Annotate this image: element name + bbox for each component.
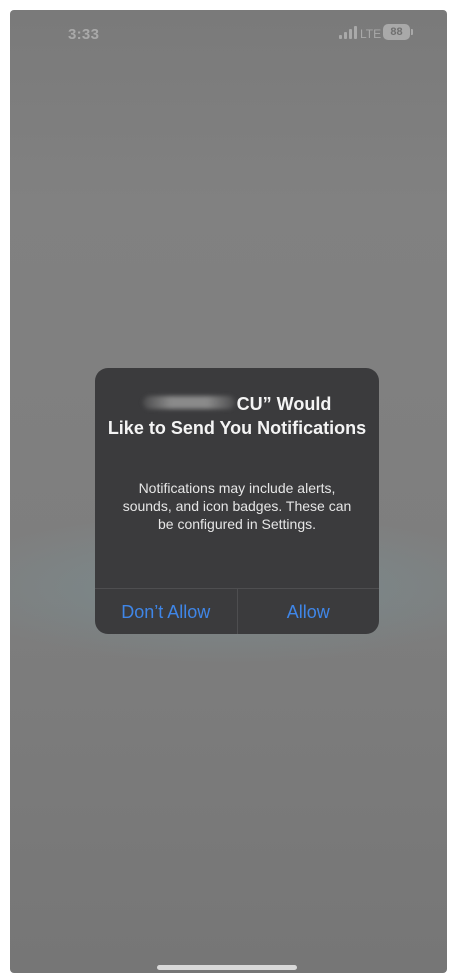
allow-button[interactable]: Allow: [238, 589, 380, 634]
status-bar: 3:33 LTE 88: [10, 10, 447, 56]
battery-icon: 88: [383, 24, 410, 40]
alert-title-rest: Like to Send You Notifications: [107, 418, 367, 438]
cellular-signal-icon: [339, 26, 357, 39]
battery-tip: [411, 29, 413, 35]
dont-allow-button[interactable]: Don’t Allow: [95, 589, 237, 634]
battery-level: 88: [390, 26, 403, 38]
status-time: 3:33: [68, 26, 100, 43]
notification-permission-alert: CU” Would Like to Send You Notifications…: [95, 368, 379, 634]
alert-button-row: Don’t Allow Allow: [95, 588, 379, 634]
network-type-label: LTE: [360, 27, 382, 41]
alert-title-app-suffix: CU” Would: [236, 394, 332, 414]
home-indicator[interactable]: [157, 965, 297, 970]
alert-title: CU” Would Like to Send You Notifications: [107, 392, 367, 440]
redacted-app-name: [142, 396, 235, 409]
phone-screen: 3:33 LTE 88 CU” Would Like to Send You N…: [10, 10, 447, 973]
alert-message: Notifications may include alerts, sounds…: [122, 480, 352, 532]
